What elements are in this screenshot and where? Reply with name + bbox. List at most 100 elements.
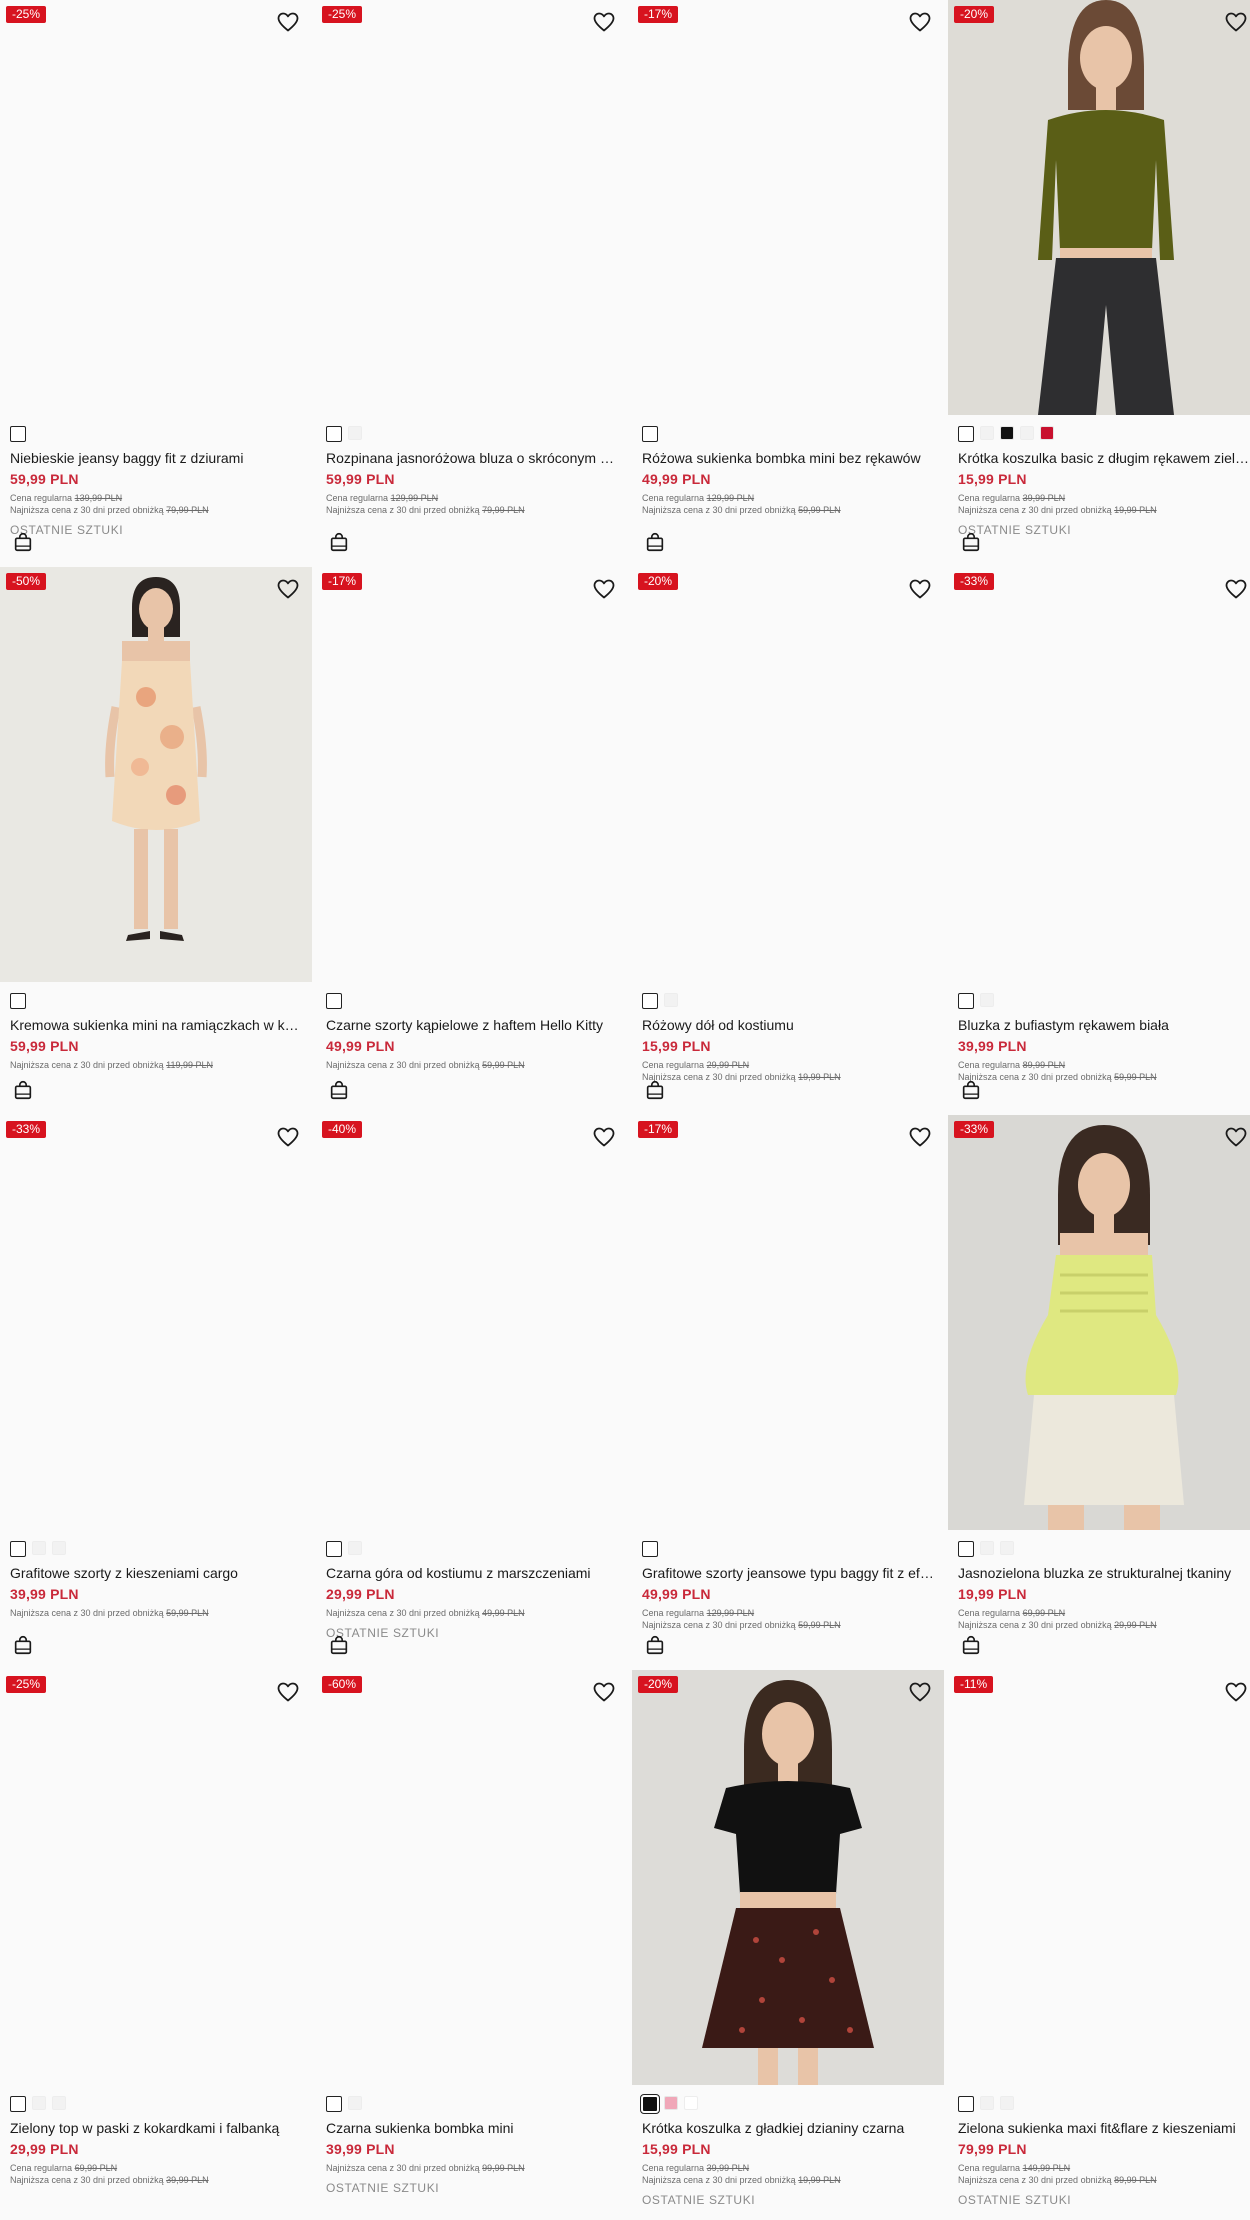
color-swatch[interactable] [10,426,26,442]
shopping-bag-icon[interactable] [328,1079,352,1103]
product-title[interactable]: Jasnozielona bluzka ze strukturalnej tka… [958,1564,1250,1582]
heart-icon[interactable] [276,1680,300,1704]
product-title[interactable]: Zielona sukienka maxi fit&flare z kiesze… [958,2119,1250,2137]
color-swatch[interactable] [348,1541,362,1555]
color-swatch[interactable] [980,993,994,1007]
product-price: 49,99 PLN [642,1586,711,1602]
color-swatch[interactable] [348,2096,362,2110]
color-swatch[interactable] [348,426,362,440]
product-image[interactable] [0,0,312,415]
product-title[interactable]: Kremowa sukienka mini na ramiączkach w k… [10,1016,304,1034]
heart-icon[interactable] [592,10,616,34]
color-swatch[interactable] [326,426,342,442]
color-swatch[interactable] [326,993,342,1009]
heart-icon[interactable] [908,1680,932,1704]
color-swatch[interactable] [1000,2096,1014,2110]
shopping-bag-icon[interactable] [644,1634,668,1658]
heart-icon[interactable] [1224,1680,1248,1704]
regular-price-label: Cena regularna [10,2163,73,2173]
color-swatch[interactable] [326,1541,342,1557]
color-swatch[interactable] [980,1541,994,1555]
product-image[interactable] [632,0,944,415]
heart-icon[interactable] [1224,1125,1248,1149]
shopping-bag-icon[interactable] [12,1079,36,1103]
heart-icon[interactable] [908,1125,932,1149]
shopping-bag-icon[interactable] [960,1079,984,1103]
heart-icon[interactable] [276,577,300,601]
product-title[interactable]: Niebieskie jeansy baggy fit z dziurami [10,449,304,467]
product-image[interactable] [948,0,1250,415]
shopping-bag-icon[interactable] [12,531,36,555]
shopping-bag-icon[interactable] [328,1634,352,1658]
color-swatch[interactable] [642,993,658,1009]
product-title[interactable]: Czarna sukienka bombka mini [326,2119,620,2137]
product-title[interactable]: Grafitowe szorty z kieszeniami cargo [10,1564,304,1582]
heart-icon[interactable] [592,1125,616,1149]
heart-icon[interactable] [592,577,616,601]
shopping-bag-icon[interactable] [328,531,352,555]
product-title[interactable]: Różowy dół od kostiumu [642,1016,936,1034]
product-image[interactable] [948,1670,1250,2085]
product-title[interactable]: Bluzka z bufiastym rękawem biała [958,1016,1250,1034]
product-title[interactable]: Krótka koszulka basic z długim rękawem z… [958,449,1250,467]
regular-price-value: 39,99 PLN [1022,493,1066,503]
color-swatch[interactable] [958,1541,974,1557]
color-swatch[interactable] [32,1541,46,1555]
color-swatch[interactable] [980,426,994,440]
product-title[interactable]: Grafitowe szorty jeansowe typu baggy fit… [642,1564,936,1582]
product-image[interactable] [316,567,628,982]
color-swatch[interactable] [326,2096,342,2112]
color-swatch[interactable] [1000,1541,1014,1555]
product-image[interactable] [632,1115,944,1530]
heart-icon[interactable] [1224,577,1248,601]
heart-icon[interactable] [276,10,300,34]
product-image[interactable] [316,1670,628,2085]
shopping-bag-icon[interactable] [644,1079,668,1103]
color-swatch[interactable] [1020,426,1034,440]
product-image[interactable] [948,567,1250,982]
product-title[interactable]: Czarna góra od kostiumu z marszczeniami [326,1564,620,1582]
product-title[interactable]: Zielony top w paski z kokardkami i falba… [10,2119,304,2137]
shopping-bag-icon[interactable] [960,531,984,555]
product-image[interactable] [632,1670,944,2085]
color-swatch[interactable] [1040,426,1054,440]
color-swatch[interactable] [980,2096,994,2110]
shopping-bag-icon[interactable] [960,1634,984,1658]
product-image[interactable] [0,1115,312,1530]
heart-icon[interactable] [592,1680,616,1704]
product-title[interactable]: Rozpinana jasnoróżowa bluza o skróconym … [326,449,620,467]
product-image[interactable] [0,567,312,982]
color-swatch[interactable] [684,2096,698,2110]
heart-icon[interactable] [908,10,932,34]
product-title[interactable]: Krótka koszulka z gładkiej dzianiny czar… [642,2119,936,2137]
product-title[interactable]: Czarne szorty kąpielowe z haftem Hello K… [326,1016,620,1034]
product-image[interactable] [0,1670,312,2085]
regular-price: Cena regularna 39,99 PLN [642,2162,749,2174]
product-image[interactable] [948,1115,1250,1530]
product-image[interactable] [632,567,944,982]
product-image[interactable] [316,0,628,415]
heart-icon[interactable] [908,577,932,601]
regular-price-value: 69,99 PLN [74,2163,118,2173]
color-swatch[interactable] [664,2096,678,2110]
color-swatch[interactable] [10,993,26,1009]
color-swatch[interactable] [10,1541,26,1557]
product-title[interactable]: Różowa sukienka bombka mini bez rękawów [642,449,936,467]
product-image[interactable] [316,1115,628,1530]
color-swatch[interactable] [640,2094,660,2114]
color-swatch[interactable] [52,2096,66,2110]
color-swatch[interactable] [958,426,974,442]
color-swatch[interactable] [642,1541,658,1557]
color-swatch[interactable] [958,2096,974,2112]
heart-icon[interactable] [1224,10,1248,34]
color-swatch[interactable] [32,2096,46,2110]
color-swatch[interactable] [10,2096,26,2112]
shopping-bag-icon[interactable] [12,1634,36,1658]
color-swatch[interactable] [664,993,678,1007]
color-swatch[interactable] [642,426,658,442]
color-swatch[interactable] [958,993,974,1009]
color-swatch[interactable] [52,1541,66,1555]
shopping-bag-icon[interactable] [644,531,668,555]
heart-icon[interactable] [276,1125,300,1149]
color-swatch[interactable] [1000,426,1014,440]
